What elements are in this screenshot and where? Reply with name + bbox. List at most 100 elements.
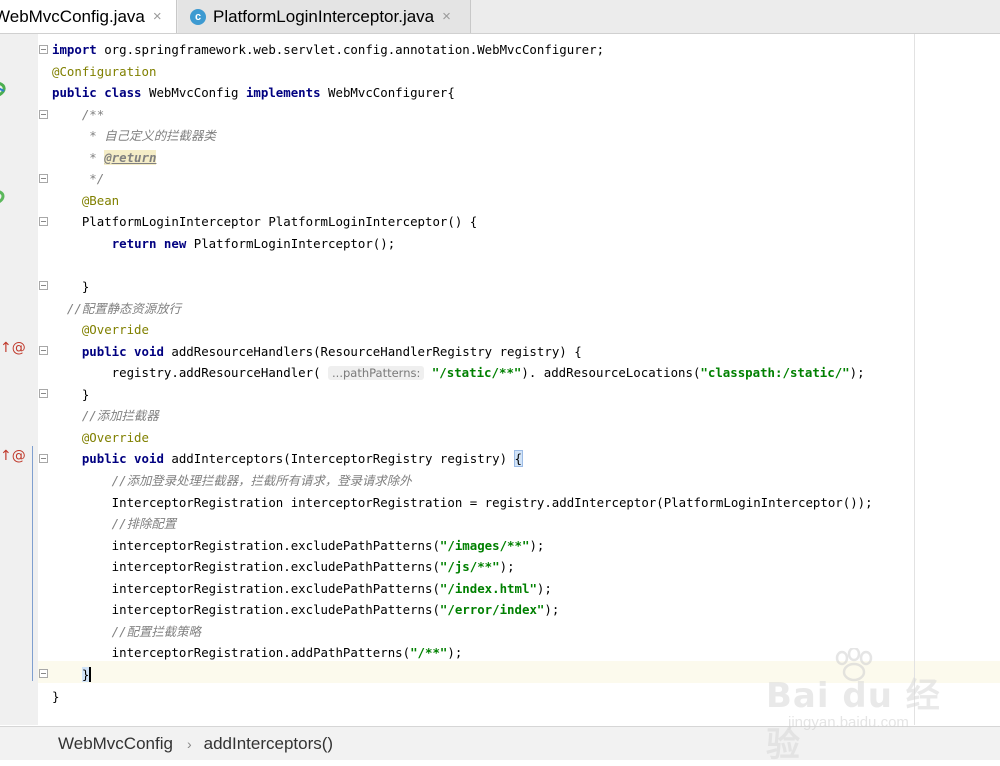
code-text: org.springframework.web.servlet.config.a… <box>96 42 605 57</box>
code-line[interactable]: } <box>52 276 89 297</box>
breadcrumb-method[interactable]: addInterceptors() <box>204 734 333 754</box>
code-line[interactable]: public class WebMvcConfig implements Web… <box>52 82 455 103</box>
right-margin-guide <box>914 34 915 725</box>
code-line[interactable]: //排除配置 <box>52 513 177 534</box>
breadcrumb-class[interactable]: WebMvcConfig <box>58 734 173 754</box>
override-marker-icon[interactable]: ↑@ <box>0 448 26 464</box>
caret-brace: } <box>81 666 92 682</box>
code-line[interactable]: PlatformLoginInterceptor PlatformLoginIn… <box>52 211 477 232</box>
comment: //配置静态资源放行 <box>52 300 181 316</box>
code-line[interactable]: @Override <box>52 427 149 448</box>
fold-toggle-icon[interactable] <box>39 281 48 290</box>
tab-webmvcconfig[interactable]: WebMvcConfig.java × <box>0 0 177 33</box>
code-text: PlatformLoginInterceptor PlatformLoginIn… <box>52 214 478 230</box>
code-line[interactable]: */ <box>52 168 104 189</box>
keyword: public class <box>52 85 142 101</box>
tab-label: PlatformLoginInterceptor.java <box>213 6 435 26</box>
annotation: @Override <box>52 322 149 338</box>
close-icon[interactable]: × <box>442 8 451 25</box>
code-line[interactable]: /** <box>52 104 104 125</box>
string-literal: "/index.html" <box>439 580 537 596</box>
string-literal: "/js/**" <box>439 559 500 575</box>
code-line[interactable]: @Override <box>52 319 149 340</box>
breadcrumb-separator: › <box>186 735 192 752</box>
comment: */ <box>52 171 105 187</box>
comment: //添加登录处理拦截器，拦截所有请求，登录请求除外 <box>52 473 412 488</box>
comment: //排除配置 <box>52 516 177 532</box>
code-line[interactable]: //配置静态资源放行 <box>52 298 181 319</box>
parameter-hint: ...pathPatterns: <box>328 366 425 381</box>
fold-toggle-icon[interactable] <box>39 389 48 398</box>
spring-bean-icon[interactable] <box>0 190 6 208</box>
code-text: } <box>52 279 90 295</box>
spring-bean-icon[interactable] <box>0 82 8 100</box>
keyword: public void <box>81 451 164 467</box>
fold-toggle-icon[interactable] <box>39 174 48 183</box>
editor-tab-bar: WebMvcConfig.java × c PlatformLoginInter… <box>0 0 1000 34</box>
code-text: interceptorRegistration.excludePathPatte… <box>52 602 440 618</box>
tab-platformlogininterceptor[interactable]: c PlatformLoginInterceptor.java × <box>178 0 471 33</box>
code-line[interactable]: * @return <box>52 147 157 168</box>
annotation: @Configuration <box>52 63 157 79</box>
code-line[interactable]: import org.springframework.web.servlet.c… <box>52 39 604 60</box>
code-line[interactable]: registry.addResourceHandler( ...pathPatt… <box>52 362 865 383</box>
code-line[interactable]: //添加拦截器 <box>52 405 159 426</box>
code-line[interactable]: } <box>52 664 92 685</box>
code-line[interactable]: return new PlatformLoginInterceptor(); <box>52 233 395 254</box>
fold-toggle-icon[interactable] <box>39 45 48 54</box>
fold-toggle-icon[interactable] <box>39 110 48 119</box>
code-text: WebMvcConfig <box>141 85 246 101</box>
close-icon[interactable]: × <box>153 8 162 25</box>
code-text: } <box>52 386 90 402</box>
matched-brace: { <box>513 450 524 468</box>
code-line[interactable]: * 自己定义的拦截器类 <box>52 125 216 146</box>
code-line[interactable]: } <box>52 384 89 405</box>
code-text: PlatformLoginInterceptor(); <box>186 235 396 251</box>
code-line[interactable]: @Bean <box>52 190 119 211</box>
code-line[interactable]: InterceptorRegistration interceptorRegis… <box>52 492 873 513</box>
code-text: ); <box>849 365 865 381</box>
code-line[interactable]: interceptorRegistration.excludePathPatte… <box>52 578 552 599</box>
tab-label: WebMvcConfig.java <box>0 6 145 26</box>
override-marker-text: ↑@ <box>0 340 26 356</box>
code-line[interactable]: @Configuration <box>52 61 156 82</box>
fold-toggle-icon[interactable] <box>39 454 48 463</box>
code-text: interceptorRegistration.excludePathPatte… <box>52 537 440 553</box>
string-literal: "classpath:/static/" <box>700 365 850 381</box>
comment: * <box>52 149 105 165</box>
comment: * 自己定义的拦截器类 <box>52 128 216 144</box>
baidu-watermark: Bai du 经验 jingyan.baidu.com <box>760 648 960 765</box>
comment: /** <box>52 106 105 122</box>
code-text: ); <box>447 645 463 661</box>
fold-column <box>38 34 50 725</box>
code-line[interactable]: public void addInterceptors(InterceptorR… <box>52 448 524 469</box>
fold-toggle-icon[interactable] <box>39 669 48 678</box>
code-line[interactable]: interceptorRegistration.excludePathPatte… <box>52 535 545 556</box>
code-text: } <box>52 688 60 704</box>
string-literal: "/static/**" <box>431 365 522 381</box>
keyword: public void <box>81 343 164 359</box>
code-text: registry.addResourceHandler( <box>52 365 329 381</box>
code-text: WebMvcConfigurer{ <box>320 85 455 101</box>
fold-toggle-icon[interactable] <box>39 217 48 226</box>
code-text: interceptorRegistration.excludePathPatte… <box>52 580 440 596</box>
code-line[interactable]: //配置拦截策略 <box>52 621 201 642</box>
code-line[interactable]: interceptorRegistration.addPathPatterns(… <box>52 642 463 663</box>
code-line[interactable]: public void addResourceHandlers(Resource… <box>52 341 582 362</box>
fold-toggle-icon[interactable] <box>39 346 48 355</box>
string-literal: "/images/**" <box>439 537 530 553</box>
code-line[interactable]: //添加登录处理拦截器，拦截所有请求，登录请求除外 <box>52 470 412 491</box>
override-marker-icon[interactable]: ↑@ <box>0 340 26 356</box>
code-line[interactable]: interceptorRegistration.excludePathPatte… <box>52 556 515 577</box>
keyword: implements <box>245 85 321 101</box>
keyword: import <box>52 42 97 57</box>
code-text: interceptorRegistration.addPathPatterns( <box>52 645 411 661</box>
watermark-url: jingyan.baidu.com <box>788 714 909 731</box>
code-line[interactable]: interceptorRegistration.excludePathPatte… <box>52 599 560 620</box>
code-line[interactable]: } <box>52 686 59 707</box>
annotation: @Override <box>52 429 149 445</box>
